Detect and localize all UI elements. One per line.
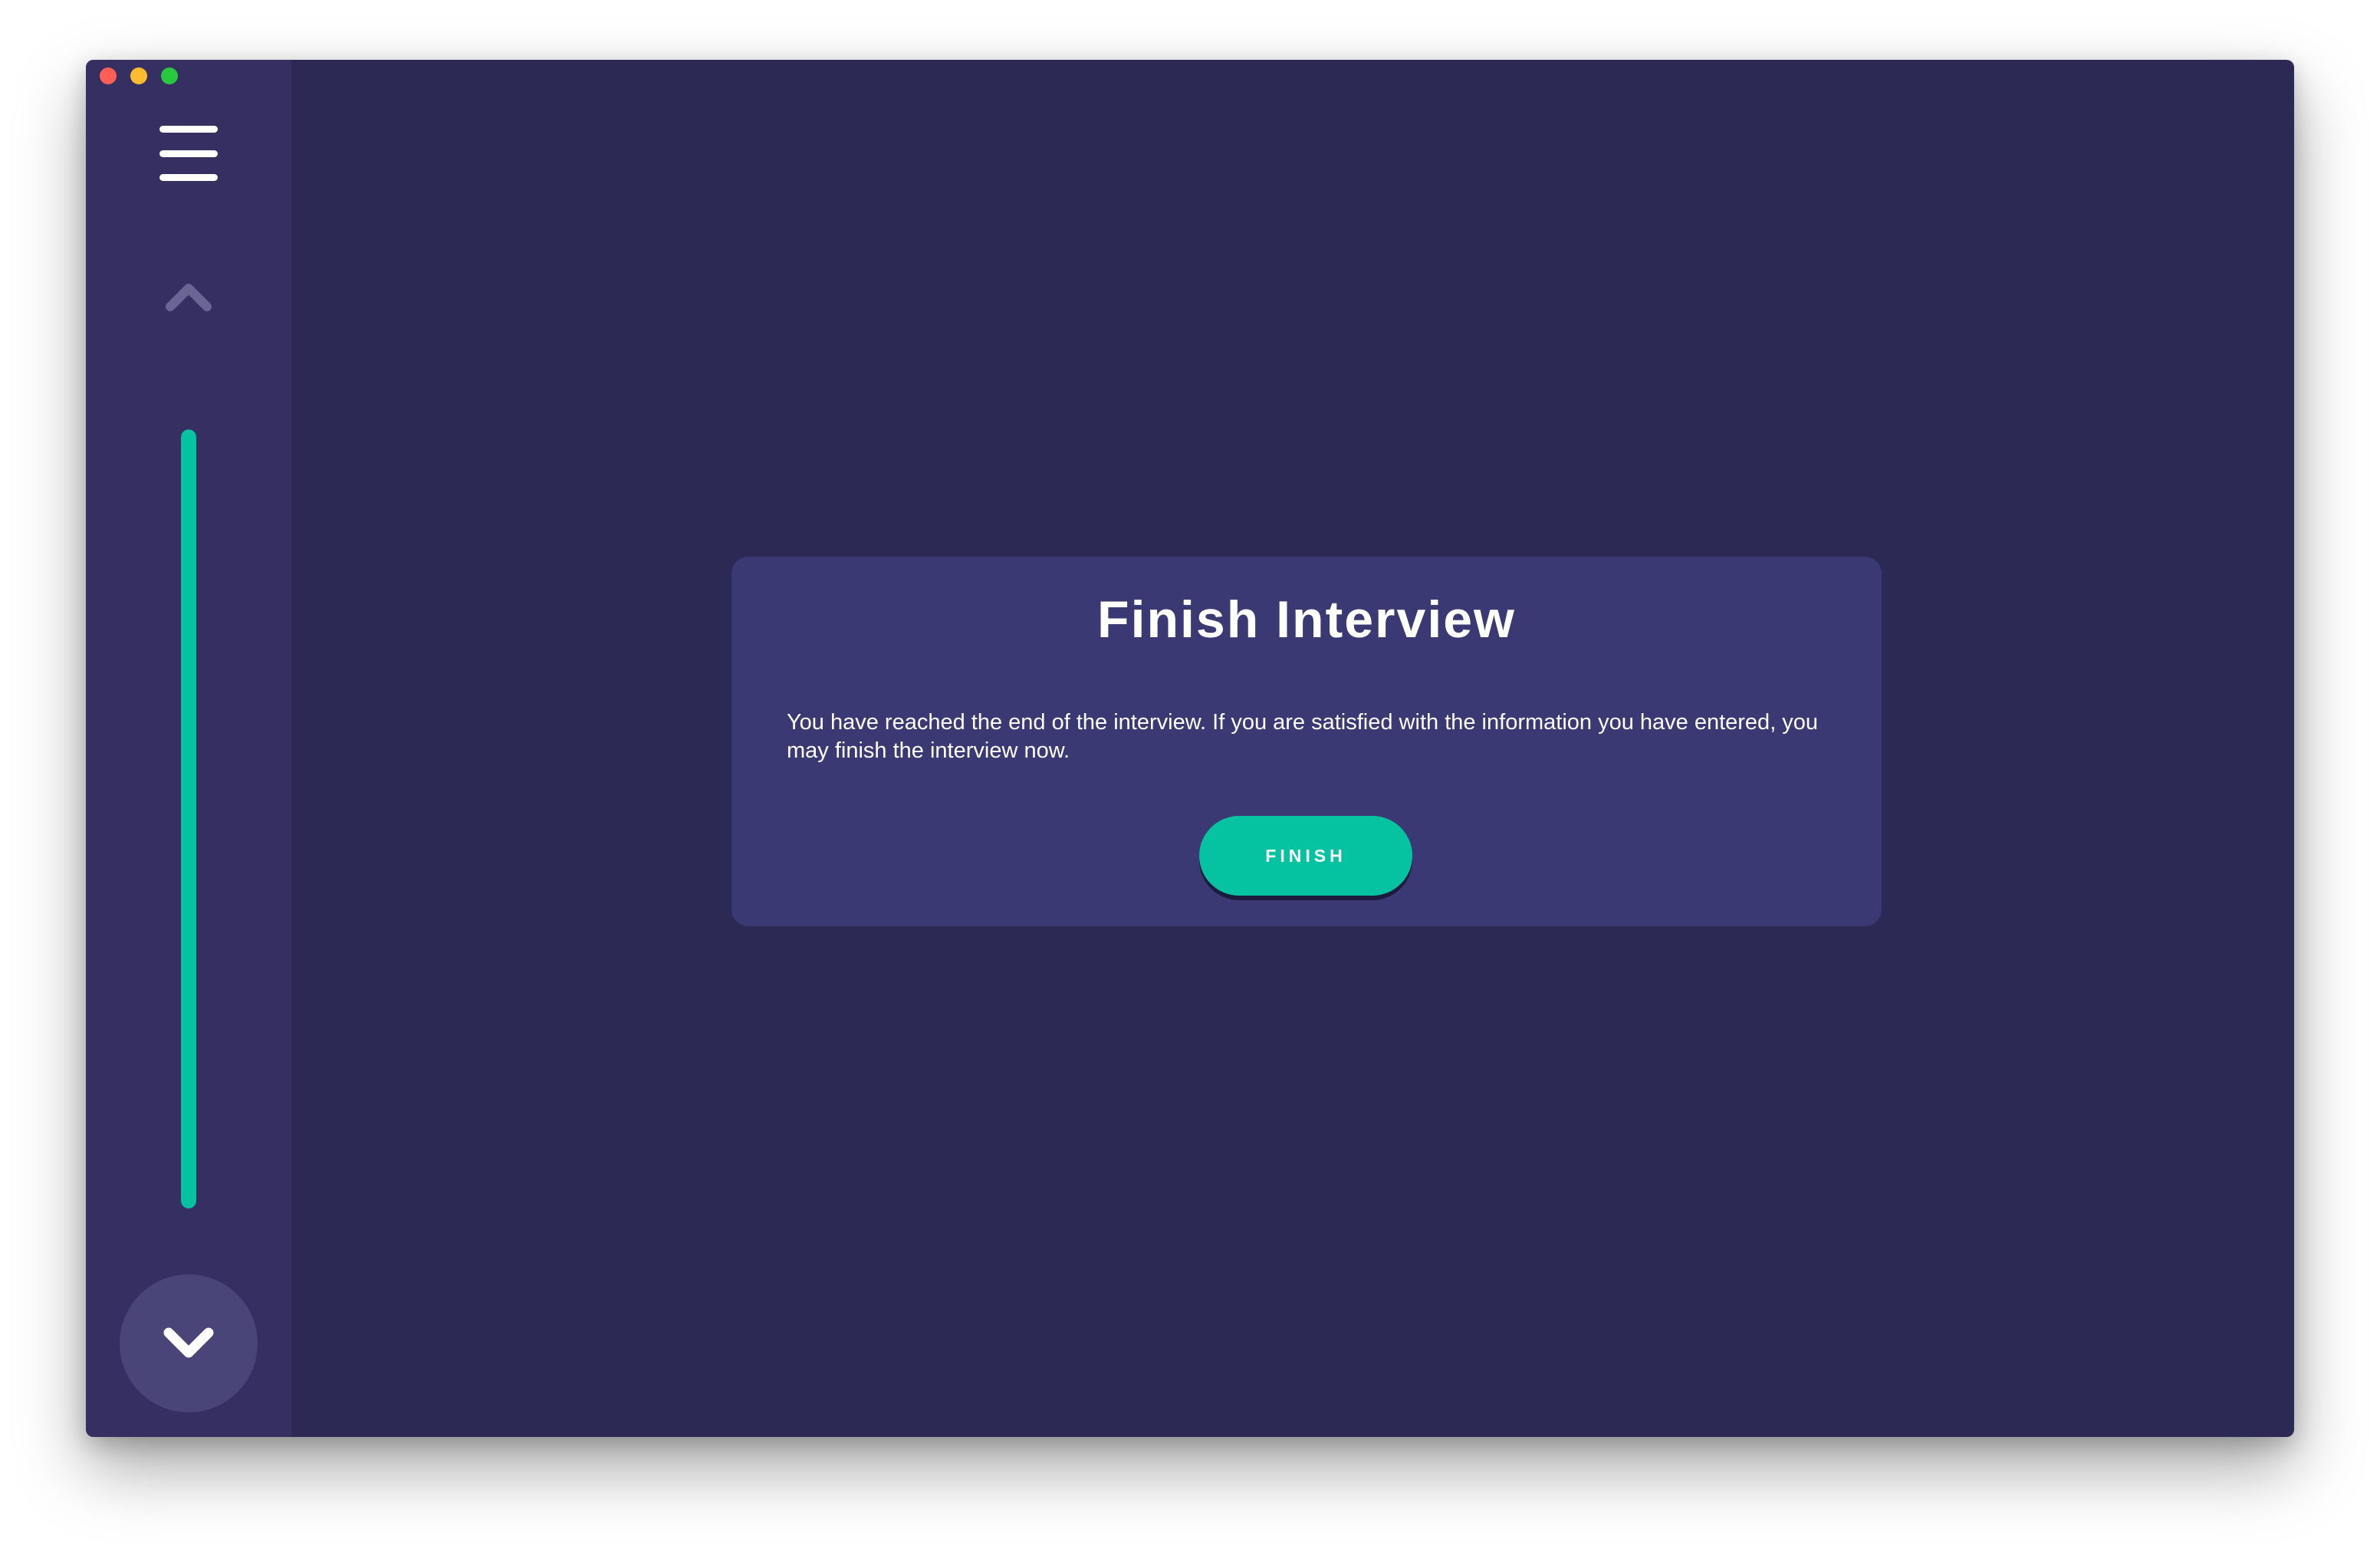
hamburger-menu-icon[interactable]: [159, 126, 218, 181]
progress-bar-fill: [181, 429, 196, 1208]
close-window-button[interactable]: [100, 67, 117, 84]
finish-button[interactable]: FINISH: [1199, 816, 1412, 896]
menu-bar-line: [159, 174, 218, 181]
sidebar: [86, 60, 291, 1437]
card-message: You have reached the end of the intervie…: [787, 710, 1819, 763]
chevron-down-icon: [163, 1327, 214, 1358]
finish-interview-card: Finish Interview You have reached the en…: [731, 557, 1882, 926]
app-window: Finish Interview You have reached the en…: [86, 60, 2294, 1437]
menu-bar-line: [159, 126, 218, 133]
previous-question-button[interactable]: [163, 273, 215, 319]
window-controls: [100, 67, 178, 84]
card-title: Finish Interview: [1097, 590, 1516, 649]
chevron-up-icon: [166, 284, 212, 311]
next-question-button[interactable]: [120, 1274, 258, 1412]
maximize-window-button[interactable]: [161, 67, 178, 84]
menu-bar-line: [159, 150, 218, 157]
progress-bar: [181, 429, 196, 1208]
minimize-window-button[interactable]: [130, 67, 147, 84]
